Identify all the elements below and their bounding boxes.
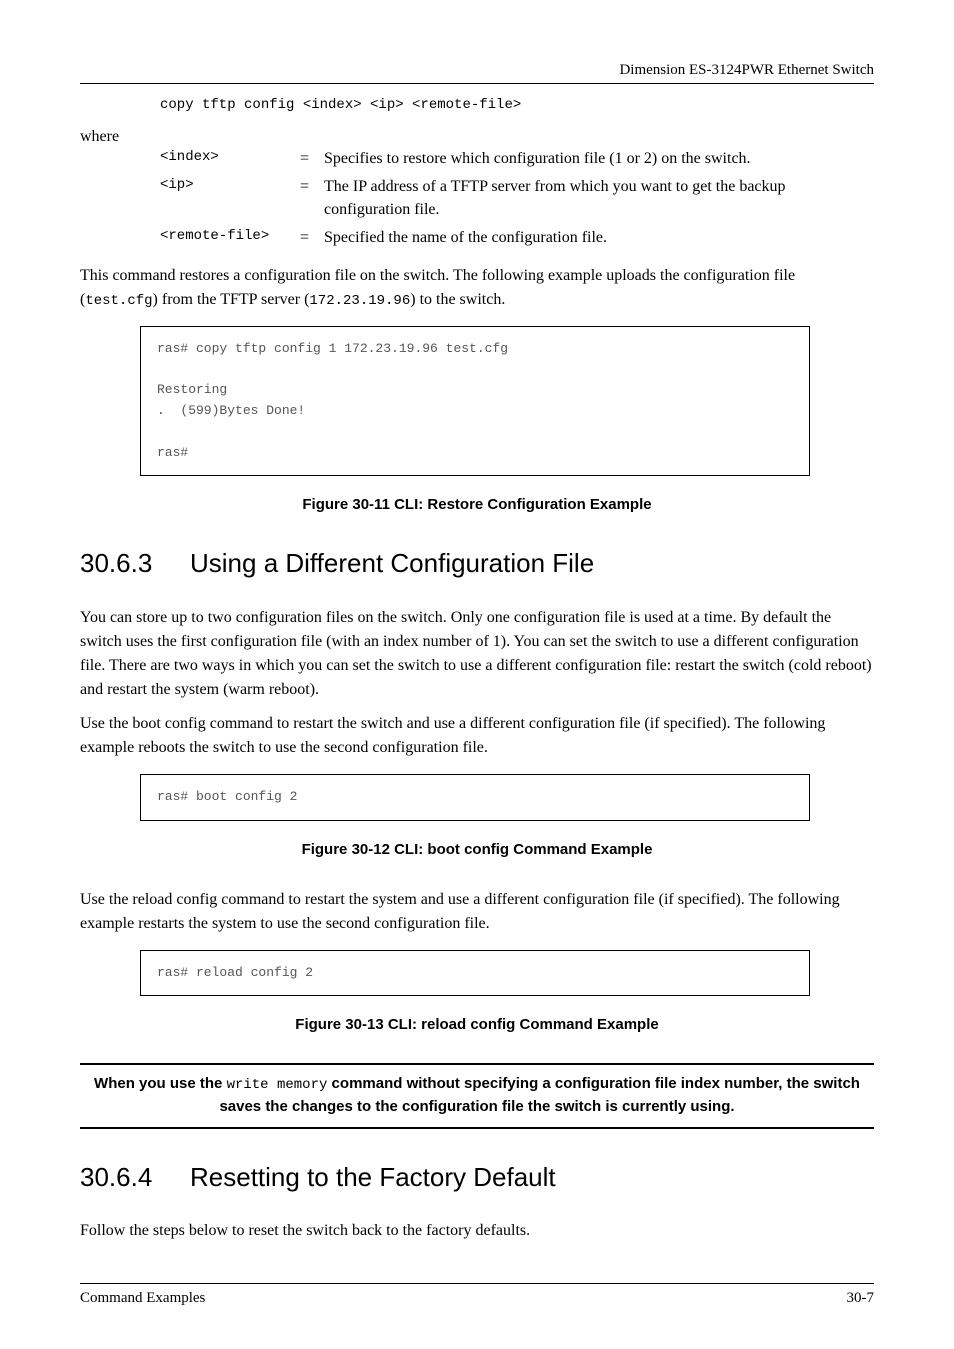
def-term: <ip> <box>160 176 300 196</box>
body-paragraph: Use the reload config command to restart… <box>80 888 874 936</box>
def-desc: Specified the name of the configuration … <box>324 227 874 249</box>
note-text-pre: When you use the <box>94 1075 227 1092</box>
body-paragraph: Follow the steps below to reset the swit… <box>80 1219 874 1243</box>
note-callout: When you use the write memory command wi… <box>80 1063 874 1129</box>
section-number: 30.6.3 <box>80 545 190 581</box>
def-row: <index> = Specifies to restore which con… <box>160 148 874 170</box>
restore-paragraph: This command restores a configuration fi… <box>80 264 874 312</box>
def-desc: The IP address of a TFTP server from whi… <box>324 176 874 221</box>
section-heading-3064: 30.6.4Resetting to the Factory Default <box>80 1159 874 1195</box>
code-example-restore: ras# copy tftp config 1 172.23.19.96 tes… <box>140 326 810 477</box>
def-eq: = <box>300 227 324 249</box>
def-term: <remote-file> <box>160 227 300 247</box>
footer-left: Command Examples <box>80 1288 205 1309</box>
def-row: <ip> = The IP address of a TFTP server f… <box>160 176 874 221</box>
def-desc: Specifies to restore which configuration… <box>324 148 874 170</box>
text: ) to the switch. <box>410 291 505 308</box>
def-row: <remote-file> = Specified the name of th… <box>160 227 874 249</box>
section-number: 30.6.4 <box>80 1159 190 1195</box>
figure-caption-30-11: Figure 30-11 CLI: Restore Configuration … <box>80 494 874 515</box>
inline-code: write memory <box>227 1077 328 1093</box>
inline-code: test.cfg <box>85 293 152 309</box>
definitions-list: <index> = Specifies to restore which con… <box>160 148 874 250</box>
section-title: Using a Different Configuration File <box>190 548 594 578</box>
page-header: Dimension ES-3124PWR Ethernet Switch <box>80 60 874 84</box>
body-paragraph: Use the boot config command to restart t… <box>80 712 874 760</box>
section-heading-3063: 30.6.3Using a Different Configuration Fi… <box>80 545 874 581</box>
footer-right: 30-7 <box>847 1288 875 1309</box>
code-example-boot: ras# boot config 2 <box>140 774 810 821</box>
def-eq: = <box>300 176 324 198</box>
inline-code: 172.23.19.96 <box>309 293 410 309</box>
def-eq: = <box>300 148 324 170</box>
command-syntax: copy tftp config <index> <ip> <remote-fi… <box>160 96 874 116</box>
code-example-reload: ras# reload config 2 <box>140 950 810 997</box>
text: ) from the TFTP server ( <box>153 291 310 308</box>
header-title: Dimension ES-3124PWR Ethernet Switch <box>619 62 874 78</box>
where-label: where <box>80 126 874 148</box>
def-term: <index> <box>160 148 300 168</box>
body-paragraph: You can store up to two configuration fi… <box>80 606 874 702</box>
figure-caption-30-12: Figure 30-12 CLI: boot config Command Ex… <box>80 839 874 860</box>
figure-caption-30-13: Figure 30-13 CLI: reload config Command … <box>80 1014 874 1035</box>
section-title: Resetting to the Factory Default <box>190 1162 556 1192</box>
page-footer: Command Examples 30-7 <box>80 1283 874 1309</box>
